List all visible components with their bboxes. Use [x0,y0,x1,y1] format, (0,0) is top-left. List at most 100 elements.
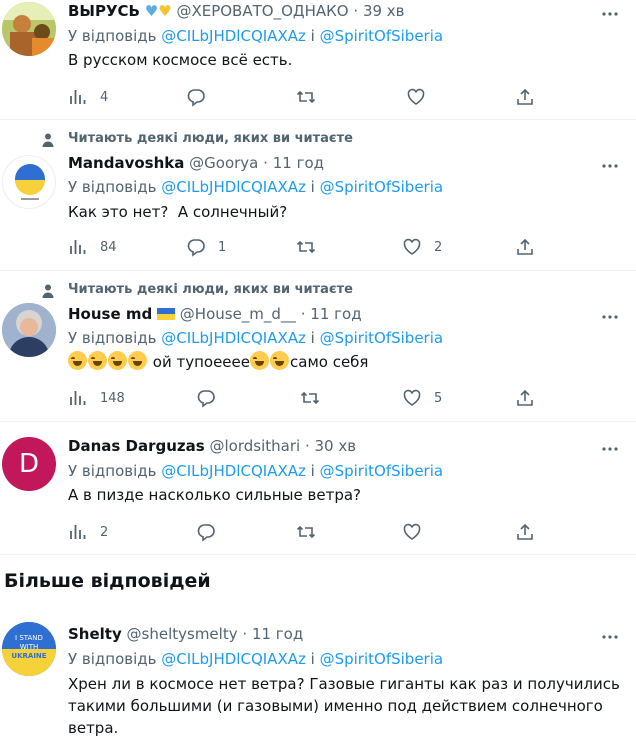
laughing-tears-emoji [270,351,289,370]
reply-context: У відповідь @CILbJHDlCQIAXAz і @SpiritOf… [68,178,443,196]
avatar-image [2,303,56,357]
mention-link[interactable]: @SpiritOfSiberia [320,650,443,668]
reply-button[interactable]: 1 [186,235,226,259]
like-button[interactable] [402,520,422,544]
tweet-time[interactable]: 30 хв [315,437,357,455]
more-replies-heading: Більше відповідей [4,570,211,592]
like-count: 2 [434,239,443,255]
tweet-time[interactable]: 39 хв [363,2,405,20]
mention-link[interactable]: @CILbJHDlCQIAXAz [161,329,306,347]
tweet-text: Хрен ли в космосе нет ветра? Газовые гиг… [68,675,620,737]
retweet-button[interactable] [300,386,320,410]
retweet-icon [296,240,316,254]
reply-and: і [310,462,315,480]
reply-button[interactable] [186,85,206,109]
author-name[interactable]: Danas Darguzas [68,437,205,455]
social-context: Читають деякі люди, яких ви читаєте [42,282,353,298]
tweet[interactable]: I STAND WITH UKRAINE Shelty @sheltysmelt… [0,608,636,745]
author-handle[interactable]: @lordsithari [209,437,300,455]
tweet-text: В русском космосе всё есть. [68,51,293,69]
share-icon [517,523,533,540]
share-button[interactable] [515,520,535,544]
mention-link[interactable]: @CILbJHDlCQIAXAz [161,178,306,196]
author-handle[interactable]: @House_m_d__ [180,305,296,323]
tweet[interactable]: ВЫРУСЬ ♥♥ @ХЕРОВАТО_ОДНАКО · 39 хв У від… [0,0,636,120]
more-options-icon[interactable] [600,156,620,176]
share-button[interactable] [515,235,535,259]
reply-icon [187,239,205,257]
author-handle[interactable]: @ХЕРОВАТО_ОДНАКО [176,2,348,20]
views-button[interactable]: 148 [68,386,125,410]
reply-and: і [310,650,315,668]
mention-link[interactable]: @SpiritOfSiberia [320,178,443,196]
like-button[interactable]: 2 [402,235,442,259]
mention-link[interactable]: @CILbJHDlCQIAXAz [161,27,306,45]
views-icon [70,391,86,405]
tweet[interactable]: D Danas Darguzas @lordsithari · 30 хв У … [0,423,636,555]
reply-button[interactable] [196,520,216,544]
retweet-icon [296,90,316,104]
person-icon [42,284,54,298]
tweet-time[interactable]: 11 год [310,305,361,323]
tweet-time[interactable]: 11 год [252,625,303,643]
more-options-icon[interactable] [600,4,620,24]
action-bar: 4 [68,85,548,109]
retweet-button[interactable] [296,520,316,544]
avatar[interactable] [2,155,56,209]
avatar[interactable] [2,2,56,56]
more-options-icon[interactable] [600,439,620,459]
tweet-text-part: само себя [290,353,369,371]
separator-dot: · [353,2,359,20]
more-options-icon[interactable] [600,307,620,327]
share-button[interactable] [515,85,535,109]
laughing-tears-emoji [88,351,107,370]
views-button[interactable]: 2 [68,520,108,544]
heart-icon [403,523,421,540]
author-name[interactable]: House md [68,305,152,323]
reply-and: і [310,178,315,196]
retweet-button[interactable] [296,85,316,109]
mention-link[interactable]: @SpiritOfSiberia [320,329,443,347]
mention-link[interactable]: @CILbJHDlCQIAXAz [161,462,306,480]
tweet-header: ВЫРУСЬ ♥♥ @ХЕРОВАТО_ОДНАКО · 39 хв [68,2,405,20]
mention-link[interactable]: @SpiritOfSiberia [320,462,443,480]
retweet-button[interactable] [296,235,316,259]
tweet[interactable]: Читають деякі люди, яких ви читаєте Mand… [0,121,636,271]
author-name[interactable]: Mandavoshka [68,154,184,172]
views-icon [70,240,86,254]
reply-button[interactable] [196,386,216,410]
tweet-time[interactable]: 11 год [273,154,324,172]
share-button[interactable] [515,386,535,410]
like-button[interactable]: 5 [402,386,442,410]
author-handle[interactable]: @Goorya [189,154,258,172]
laughing-tears-emoji [108,351,127,370]
avatar-text: UKRAINE [11,652,46,660]
views-count: 2 [100,524,109,540]
views-button[interactable]: 84 [68,235,117,259]
author-name[interactable]: ВЫРУСЬ [68,2,140,20]
like-button[interactable] [406,85,426,109]
action-bar: 148 5 [68,386,548,410]
views-button[interactable]: 4 [68,85,108,109]
mention-link[interactable]: @CILbJHDlCQIAXAz [161,650,306,668]
ukraine-flag-icon [157,308,176,320]
separator-dot: · [300,305,306,323]
author-handle[interactable]: @sheltysmelty [127,625,238,643]
more-options-icon[interactable] [600,627,620,647]
avatar[interactable] [2,303,56,357]
avatar-image [15,164,45,200]
heart-icon [407,88,425,105]
tweet[interactable]: Читають деякі люди, яких ви читаєте Hous… [0,272,636,422]
mention-link[interactable]: @SpiritOfSiberia [320,27,443,45]
avatar[interactable]: D [2,437,56,491]
reply-context: У відповідь @CILbJHDlCQIAXAz і @SpiritOf… [68,27,443,45]
author-name[interactable]: Shelty [68,625,122,643]
reply-prefix: У відповідь [68,329,157,347]
reply-and: і [310,27,315,45]
avatar[interactable]: I STAND WITH UKRAINE [2,622,56,676]
laughing-tears-emoji [128,351,147,370]
reply-prefix: У відповідь [68,650,157,668]
tweet-text: ой тупоееее само себя [68,351,624,373]
views-count: 4 [100,89,109,105]
share-icon [517,238,533,255]
